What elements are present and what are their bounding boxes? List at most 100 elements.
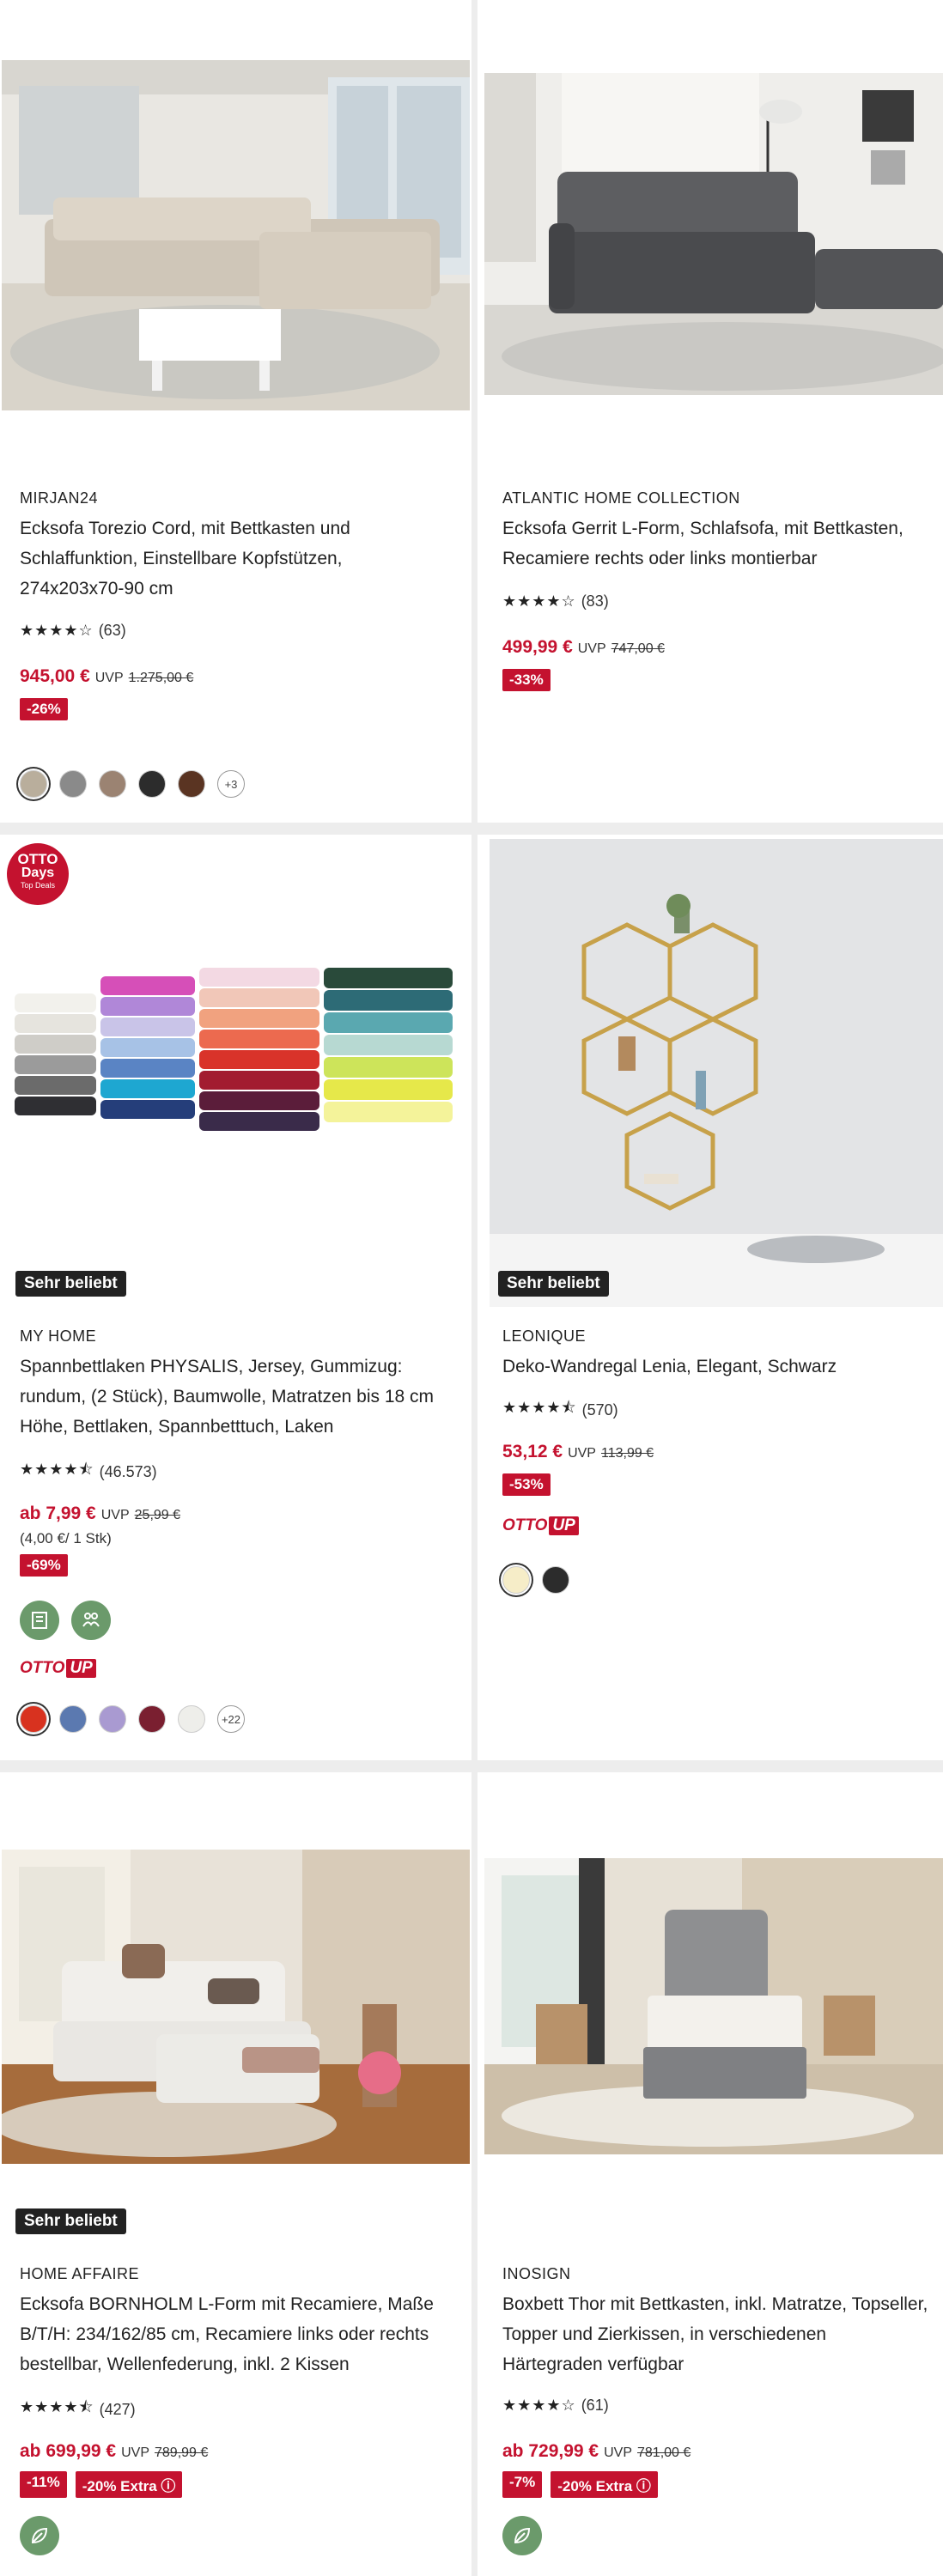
product-title[interactable]: Ecksofa Torezio Cord, mit Bettkasten und…	[20, 513, 458, 604]
title-line: B/T/H: 234/162/85 cm, Recamiere links od…	[20, 2324, 429, 2344]
color-swatch[interactable]	[178, 770, 205, 798]
popular-badge: Sehr beliebt	[498, 1271, 609, 1297]
product-image-sofa-white[interactable]	[2, 1850, 470, 2164]
discount-badge: -7%	[502, 2471, 543, 2498]
more-colors-button[interactable]: +3	[217, 770, 245, 798]
old-price: 781,00 €	[637, 2445, 691, 2460]
price: ab 699,99 €	[20, 2441, 117, 2461]
otto-days-badge: OTTO Days Top Deals	[7, 843, 69, 905]
product-rating[interactable]: ★★★★☆ (83)	[502, 592, 609, 611]
product-title[interactable]: Ecksofa Gerrit L-Form, Schlafsofa, mit B…	[502, 513, 940, 574]
price-row: ab 729,99 € UVP 781,00 €	[502, 2441, 691, 2462]
color-swatch[interactable]	[138, 1705, 166, 1733]
color-swatch[interactable]	[138, 770, 166, 798]
price-row: ab 7,99 € UVP 25,99 €	[20, 1504, 180, 1524]
leaf-icon[interactable]	[502, 2516, 542, 2555]
color-swatch[interactable]	[20, 770, 47, 798]
rating-count: (427)	[99, 2400, 136, 2418]
social-fair-icon[interactable]	[71, 1601, 111, 1640]
color-swatch[interactable]	[99, 1705, 126, 1733]
discount-badge: -33%	[502, 669, 551, 691]
color-swatch[interactable]	[542, 1566, 569, 1594]
unit-price: (4,00 €/ 1 Stk)	[20, 1530, 112, 1546]
product-card-ecksofa-bornholm[interactable]: Sehr beliebt HOME AFFAIRE Ecksofa BORNHO…	[0, 1772, 472, 2576]
old-price: 1.275,00 €	[128, 671, 194, 685]
product-rating[interactable]: ★★★★⯪ (46.573)	[20, 1459, 157, 1485]
color-swatch[interactable]	[59, 770, 87, 798]
product-title[interactable]: Spannbettlaken PHYSALIS, Jersey, Gummizu…	[20, 1352, 462, 1442]
product-title[interactable]: Ecksofa BORNHOLM L-Form mit Recamiere, M…	[20, 2289, 462, 2379]
product-card-boxbett-thor[interactable]: INOSIGN Boxbett Thor mit Bettkasten, ink…	[478, 1772, 943, 2576]
product-brand: INOSIGN	[502, 2265, 571, 2282]
recycling-icon[interactable]	[20, 1601, 59, 1640]
product-brand: MIRJAN24	[20, 489, 99, 507]
rating-stars: ★★★★☆	[502, 2397, 576, 2414]
price: 499,99 €	[502, 637, 573, 657]
discount-tags: -26%	[20, 698, 68, 720]
product-card-ecksofa-torezio[interactable]: MIRJAN24 Ecksofa Torezio Cord, mit Bettk…	[0, 0, 472, 823]
product-title[interactable]: Deko-Wandregal Lenia, Elegant, Schwarz	[502, 1352, 936, 1382]
color-swatch[interactable]	[59, 1705, 87, 1733]
product-rating[interactable]: ★★★★⯪ (570)	[502, 1397, 618, 1423]
product-card-spannbettlaken[interactable]: OTTO Days Top Deals Sehr beliebt MY HOME…	[0, 835, 472, 1760]
title-line: Ecksofa Torezio Cord, mit Bettkasten und	[20, 519, 350, 538]
product-rating[interactable]: ★★★★☆ (61)	[502, 2397, 609, 2415]
extra-discount-badge[interactable]: -20% Extra ⓘ	[551, 2471, 658, 2498]
color-swatch[interactable]	[99, 770, 126, 798]
otto-up-logo: OTTO UP	[20, 1659, 96, 1678]
rating-count: (61)	[581, 2397, 609, 2414]
price-row: 499,99 € UVP 747,00 €	[502, 637, 665, 658]
product-image-boxspring-bed[interactable]	[484, 1858, 943, 2154]
price: 945,00 €	[20, 666, 90, 686]
more-colors-button[interactable]: +22	[217, 1705, 245, 1733]
sustainability-icons	[502, 2516, 542, 2555]
price-row: 53,12 € UVP 113,99 €	[502, 1442, 654, 1462]
rating-stars: ★★★★⯪	[20, 2398, 94, 2415]
otto-up-text: UP	[66, 1659, 96, 1678]
title-line: rundum, (2 Stück), Baumwolle, Matratzen …	[20, 1387, 435, 1406]
uvp-label: UVP	[94, 671, 124, 685]
color-swatches: +3	[20, 770, 245, 798]
leaf-icon[interactable]	[20, 2516, 59, 2555]
discount-tags: -7% -20% Extra ⓘ	[502, 2471, 658, 2498]
rating-count: (570)	[581, 1400, 618, 1419]
color-swatch[interactable]	[502, 1566, 530, 1594]
otto-up-text: UP	[549, 1516, 579, 1535]
rating-stars: ★★★★☆	[20, 622, 94, 639]
rating-stars: ★★★★⯪	[502, 1399, 577, 1416]
title-line: bestellbar, Wellenfederung, inkl. 2 Kiss…	[20, 2354, 350, 2374]
discount-tags: -69%	[20, 1554, 68, 1577]
extra-discount-badge[interactable]: -20% Extra ⓘ	[75, 2471, 183, 2498]
product-image-sofa-beige[interactable]	[2, 60, 470, 410]
product-card-ecksofa-gerrit[interactable]: ATLANTIC HOME COLLECTION Ecksofa Gerrit …	[478, 0, 943, 823]
title-line: Härtegraden verfügbar	[502, 2354, 684, 2374]
old-price: 789,99 €	[155, 2445, 209, 2460]
title-line: Ecksofa BORNHOLM L-Form mit Recamiere, M…	[20, 2294, 434, 2314]
otto-up-logo: OTTO UP	[502, 1516, 579, 1535]
rating-stars: ★★★★☆	[502, 592, 576, 610]
sustainability-icons	[20, 1601, 111, 1640]
color-swatches: +22	[20, 1705, 245, 1733]
discount-badge: -53%	[502, 1473, 551, 1496]
product-image-wall-shelf[interactable]	[490, 839, 943, 1307]
popular-badge: Sehr beliebt	[15, 2208, 126, 2234]
title-line: Schlaffunktion, Einstellbare Kopfstützen…	[20, 549, 343, 568]
old-price: 25,99 €	[134, 1508, 181, 1522]
product-rating[interactable]: ★★★★☆ (63)	[20, 622, 126, 640]
discount-badge: -69%	[20, 1554, 68, 1577]
product-card-wandregal-lenia[interactable]: Sehr beliebt LEONIQUE Deko-Wandregal Len…	[478, 835, 943, 1760]
discount-tags: -11% -20% Extra ⓘ	[20, 2471, 183, 2498]
otto-days-line: Days	[21, 866, 55, 880]
product-image-sofa-grey[interactable]	[484, 73, 943, 395]
price: ab 729,99 €	[502, 2441, 599, 2461]
product-image-bed-sheets[interactable]	[10, 951, 457, 1139]
title-line: Recamiere rechts oder links montierbar	[502, 549, 818, 568]
uvp-label: UVP	[100, 1508, 130, 1522]
product-rating[interactable]: ★★★★⯪ (427)	[20, 2397, 136, 2422]
color-swatch[interactable]	[20, 1705, 47, 1733]
uvp-label: UVP	[568, 1446, 596, 1461]
product-brand: HOME AFFAIRE	[20, 2265, 140, 2282]
product-title[interactable]: Boxbett Thor mit Bettkasten, inkl. Matra…	[502, 2289, 940, 2379]
popular-badge: Sehr beliebt	[15, 1271, 126, 1297]
color-swatch[interactable]	[178, 1705, 205, 1733]
